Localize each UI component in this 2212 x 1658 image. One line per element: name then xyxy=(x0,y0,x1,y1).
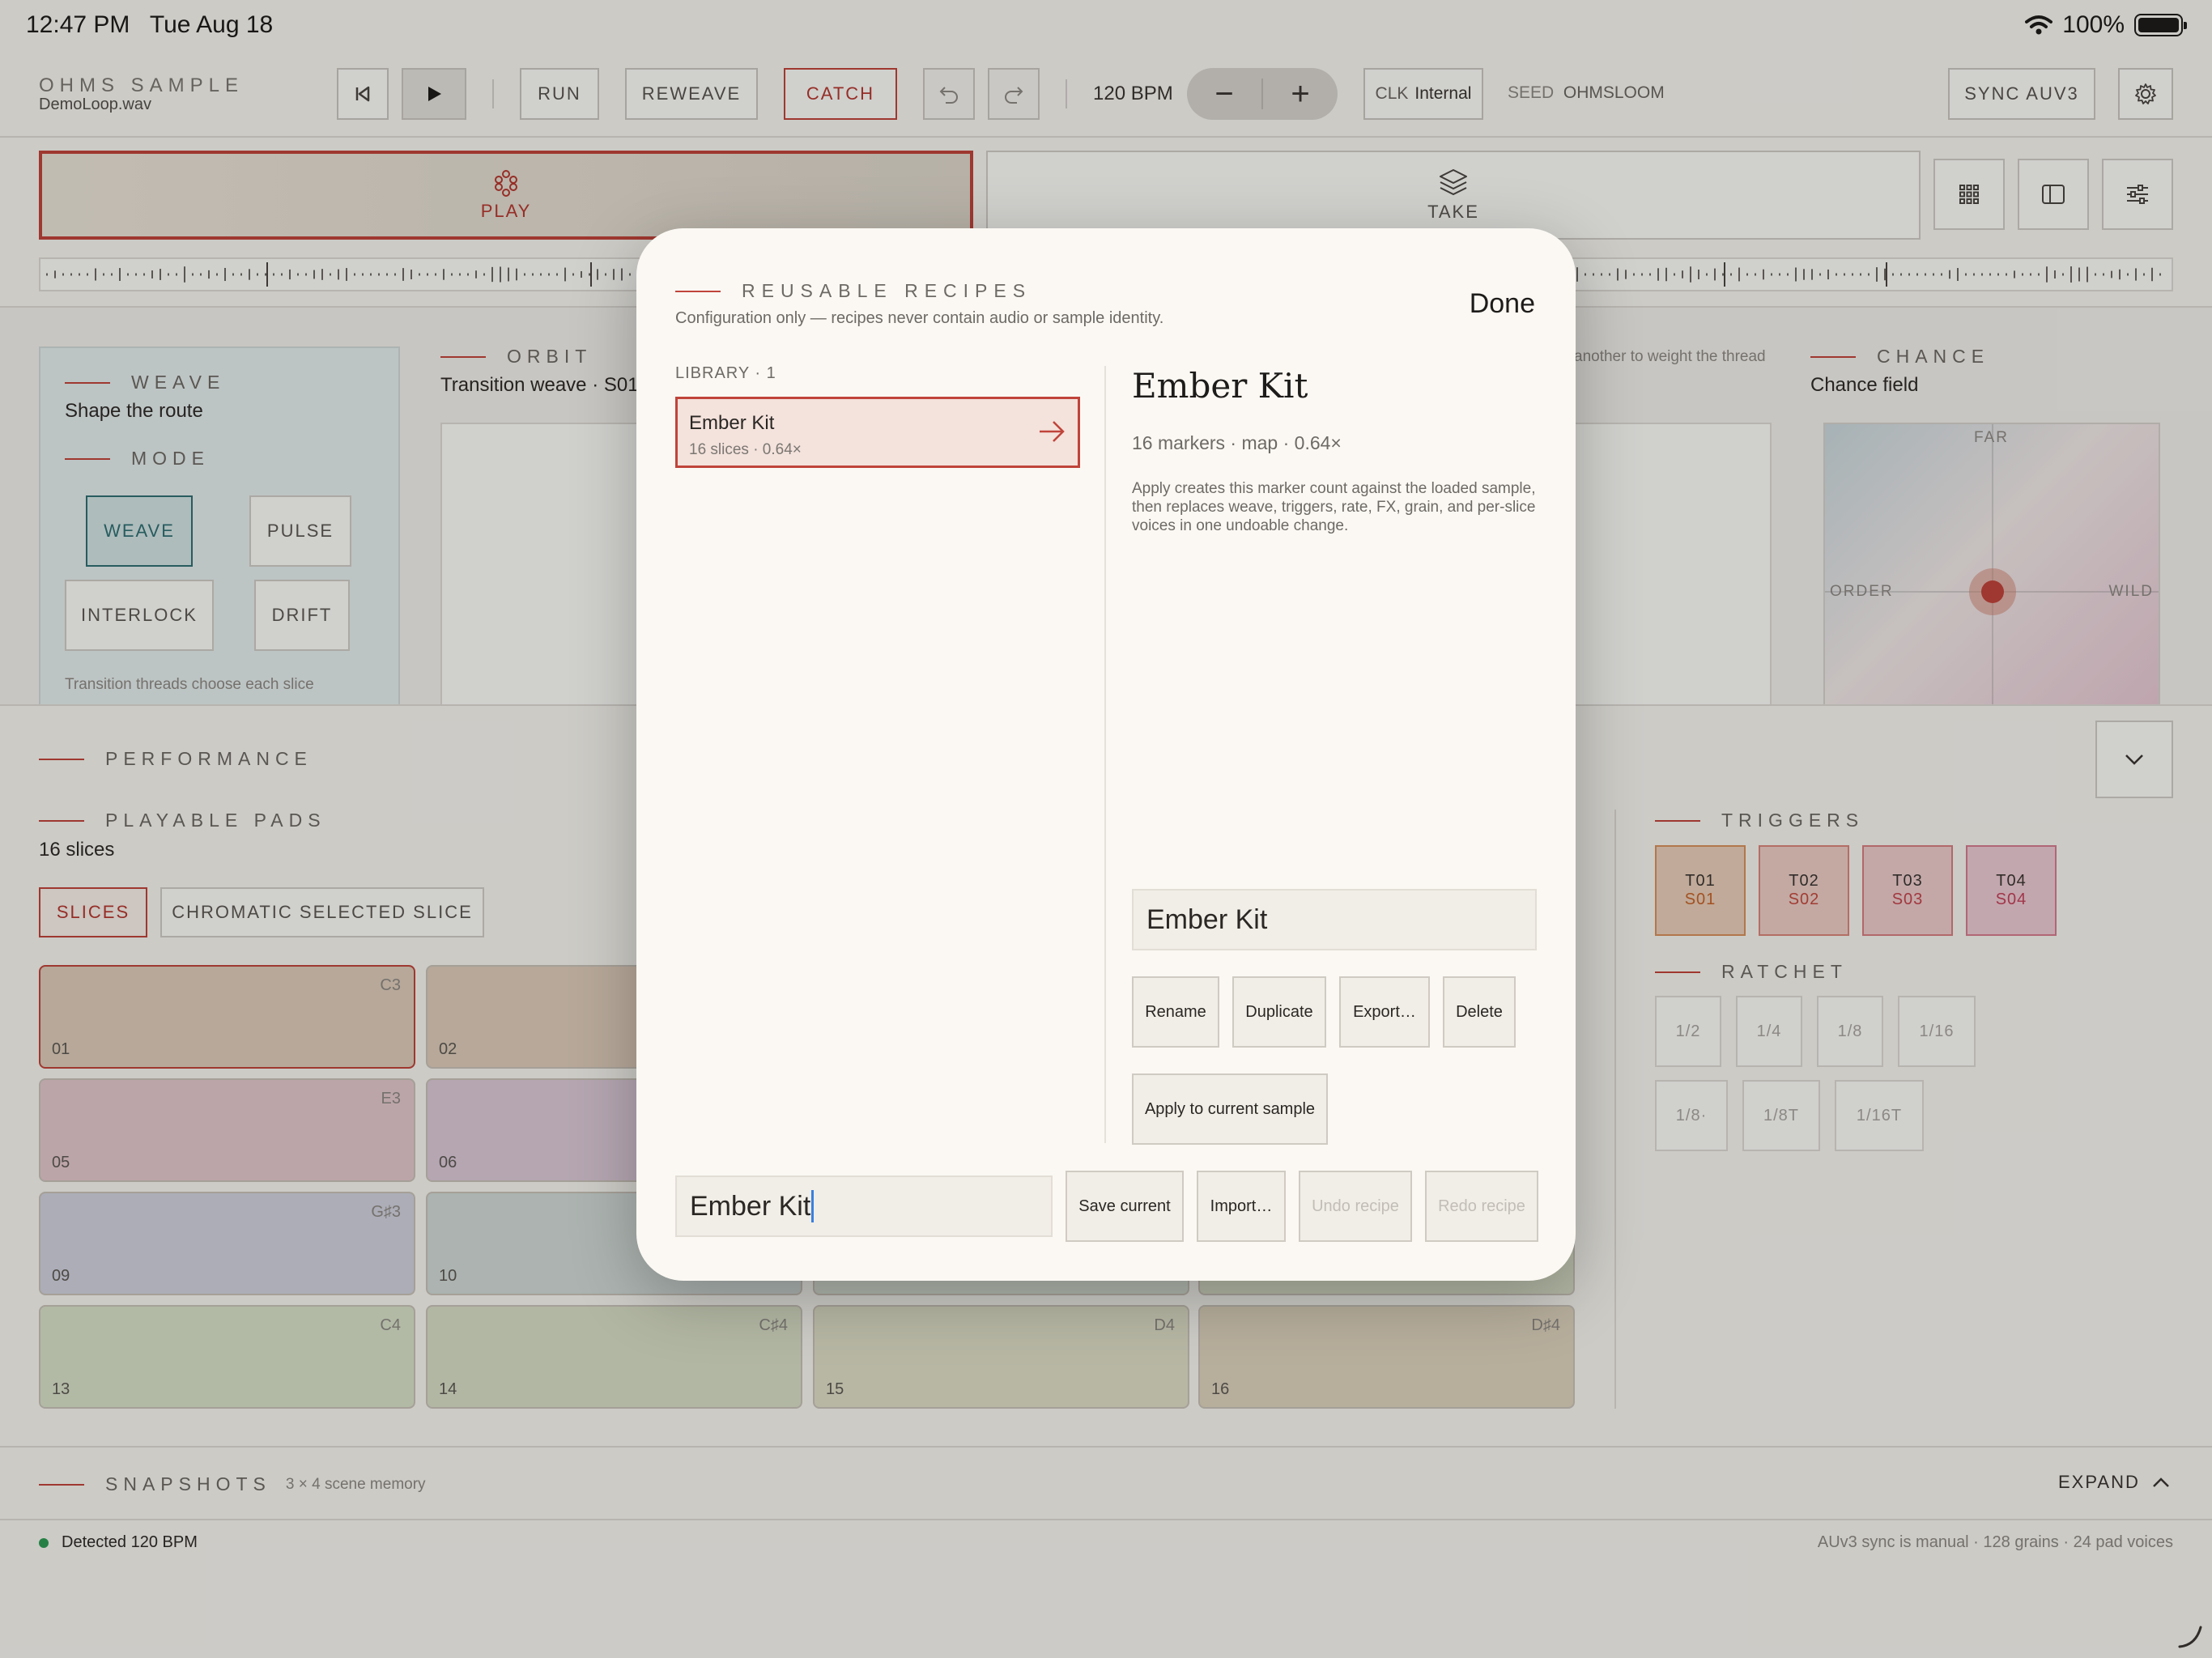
undo-recipe-button[interactable]: Undo recipe xyxy=(1299,1171,1412,1242)
rename-field[interactable]: Ember Kit xyxy=(1132,889,1537,950)
delete-button[interactable]: Delete xyxy=(1443,976,1516,1048)
save-current-button[interactable]: Save current xyxy=(1066,1171,1184,1242)
recipe-item[interactable]: Ember Kit 16 slices · 0.64× xyxy=(675,397,1080,468)
recipes-modal: REUSABLE RECIPES Configuration only — re… xyxy=(636,228,1576,1281)
duplicate-button[interactable]: Duplicate xyxy=(1232,976,1326,1048)
done-button[interactable]: Done xyxy=(1470,288,1535,320)
export-button[interactable]: Export… xyxy=(1339,976,1430,1048)
library-label: LIBRARY · 1 xyxy=(675,364,776,382)
rename-button[interactable]: Rename xyxy=(1132,976,1219,1048)
recipe-name-value: Ember Kit xyxy=(690,1190,811,1222)
modal-column-divider xyxy=(1104,366,1106,1143)
redo-recipe-button[interactable]: Redo recipe xyxy=(1425,1171,1538,1242)
modal-title: REUSABLE RECIPES xyxy=(675,280,1032,302)
modal-subtitle: Configuration only — recipes never conta… xyxy=(675,309,1164,327)
recipe-item-name: Ember Kit xyxy=(689,412,775,434)
recipe-name-input[interactable]: Ember Kit xyxy=(675,1175,1053,1237)
recipe-item-meta: 16 slices · 0.64× xyxy=(689,441,802,458)
text-caret xyxy=(811,1190,815,1222)
arrow-right-icon xyxy=(1040,421,1065,442)
apply-recipe-button[interactable]: Apply to current sample xyxy=(1132,1073,1328,1145)
recipe-detail-title: Ember Kit xyxy=(1132,366,1308,406)
recipe-detail-meta: 16 markers · map · 0.64× xyxy=(1132,432,1342,453)
recipe-detail-description: Apply creates this marker count against … xyxy=(1132,480,1536,534)
import-button[interactable]: Import… xyxy=(1197,1171,1286,1242)
